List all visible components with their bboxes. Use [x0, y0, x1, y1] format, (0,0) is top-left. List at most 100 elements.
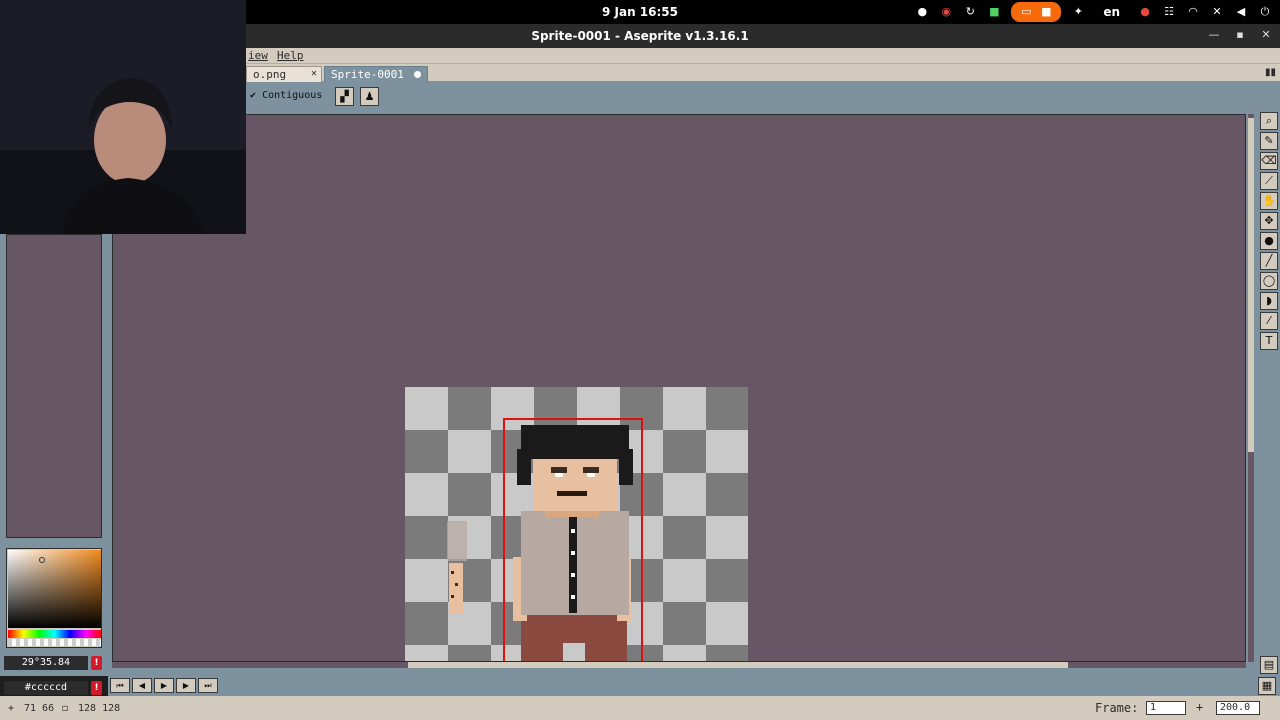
- sprite-properties-button[interactable]: ▦: [1258, 677, 1276, 695]
- stop-icon: ■: [1041, 5, 1052, 18]
- first-frame-icon: ⏮: [116, 681, 124, 690]
- hand-icon: ✋: [1262, 194, 1276, 207]
- menu-view[interactable]: iew: [248, 49, 268, 62]
- alpha-slider[interactable]: [8, 639, 101, 646]
- sampling-button[interactable]: ♟: [360, 87, 379, 106]
- hex-warning-button[interactable]: !: [91, 681, 102, 695]
- contiguous-checkbox[interactable]: ✔ Contiguous: [250, 90, 322, 101]
- next-frame-button[interactable]: ▶: [176, 678, 196, 693]
- warning-button[interactable]: !: [91, 656, 102, 670]
- blur-tool[interactable]: ⁄: [1260, 312, 1278, 330]
- tab-label: o.png: [253, 68, 287, 81]
- text-tool[interactable]: T: [1260, 332, 1278, 350]
- previous-frame-icon: ◀: [138, 681, 146, 690]
- color-picker[interactable]: [6, 548, 102, 648]
- cursor-icon: +: [8, 703, 15, 714]
- steam-icon[interactable]: ↻: [963, 5, 977, 19]
- checkmark-icon: ✔: [250, 90, 257, 101]
- color-marker[interactable]: [39, 557, 45, 563]
- size-icon: ◻: [62, 703, 69, 714]
- scroll-thumb[interactable]: [408, 662, 1068, 668]
- wifi-icon[interactable]: ◠: [1186, 5, 1200, 19]
- minimize-icon[interactable]: —: [1206, 27, 1222, 43]
- dither-icon: ▞: [340, 90, 349, 103]
- add-frame-icon[interactable]: +: [1196, 700, 1203, 714]
- pencil-tool[interactable]: ✎: [1260, 132, 1278, 150]
- webcam-person: [0, 0, 246, 234]
- text-icon: T: [1265, 334, 1273, 347]
- webcam-overlay: [0, 0, 246, 234]
- line-tool[interactable]: ╱: [1260, 252, 1278, 270]
- eyedropper-tool[interactable]: ⟋: [1260, 172, 1278, 190]
- playback-bar: ⏮ ◀ ▶ ▶ ⏭ ▦: [108, 676, 1280, 696]
- ellipse-tool[interactable]: ◯: [1260, 272, 1278, 290]
- zoom-input[interactable]: 200.0: [1216, 701, 1260, 715]
- language-indicator[interactable]: en: [1103, 5, 1120, 19]
- pencil-icon: ✎: [1264, 134, 1274, 147]
- next-frame-icon: ▶: [182, 681, 190, 690]
- microphone-icon[interactable]: ●: [1138, 5, 1152, 19]
- tab-sprite[interactable]: Sprite-0001: [324, 66, 428, 82]
- ellipse-icon: ◯: [1262, 274, 1276, 287]
- chrome-icon[interactable]: ◉: [939, 5, 953, 19]
- contour-tool[interactable]: ◗: [1260, 292, 1278, 310]
- close-tab-icon[interactable]: ✕: [311, 68, 317, 79]
- contour-icon: ◗: [1266, 294, 1272, 307]
- play-icon: ▶: [160, 681, 168, 690]
- status-bar: + 71 66 ◻ 128 128 Frame: 1 + 200.0: [0, 696, 1280, 720]
- tabs-menu-icon[interactable]: ▮▮: [1265, 67, 1276, 78]
- cursor-position: 71 66: [24, 703, 55, 714]
- timeline-toggle[interactable]: ▤: [1260, 656, 1278, 674]
- zoom-tool[interactable]: ⌕: [1260, 112, 1278, 130]
- first-frame-button[interactable]: ⏮: [110, 678, 130, 693]
- stamp-icon: ♟: [364, 90, 375, 103]
- saturation-value-square[interactable]: [8, 550, 101, 628]
- tab-file[interactable]: o.png ✕: [246, 66, 322, 82]
- hsv-field[interactable]: 29°35.84: [4, 656, 88, 670]
- fill-tool[interactable]: ●: [1260, 232, 1278, 250]
- hex-field[interactable]: #cccccd: [4, 681, 88, 695]
- timeline-icon: ▤: [1263, 658, 1275, 671]
- move-icon: ✥: [1264, 214, 1274, 227]
- tab-label: Sprite-0001: [331, 68, 404, 81]
- maximize-icon[interactable]: ▪: [1232, 27, 1248, 43]
- frame-label: Frame:: [1095, 701, 1139, 715]
- eraser-icon: ⌫: [1261, 154, 1277, 167]
- power-icon[interactable]: ⏻: [1258, 5, 1272, 19]
- screen-share-icon: ▭: [1021, 5, 1032, 18]
- horizontal-scrollbar[interactable]: [112, 662, 1246, 668]
- vertical-scrollbar[interactable]: [1248, 114, 1254, 662]
- magnifier-icon: ⌕: [1265, 114, 1273, 127]
- lock-icon[interactable]: ■: [987, 5, 1001, 19]
- modified-dot-icon[interactable]: [414, 71, 421, 78]
- grid-icon: ▦: [1261, 679, 1273, 692]
- notifications-off-icon[interactable]: ✕: [1210, 5, 1224, 19]
- sprite-size: 128 128: [78, 703, 121, 714]
- play-button[interactable]: ▶: [154, 678, 174, 693]
- contiguous-label: Contiguous: [262, 90, 323, 101]
- menu-help[interactable]: Help: [277, 49, 304, 62]
- palette[interactable]: [6, 234, 102, 538]
- canvas-editor[interactable]: [112, 114, 1246, 662]
- eraser-tool[interactable]: ⌫: [1260, 152, 1278, 170]
- pixel-perfect-button[interactable]: ▞: [335, 87, 354, 106]
- frame-input[interactable]: 1: [1146, 701, 1186, 715]
- last-frame-icon: ⏭: [204, 681, 212, 690]
- last-frame-button[interactable]: ⏭: [198, 678, 218, 693]
- scroll-thumb[interactable]: [1248, 118, 1254, 452]
- bucket-icon: ●: [1264, 234, 1274, 247]
- hue-slider[interactable]: [8, 630, 101, 638]
- window-controls: — ▪ ✕: [1206, 27, 1274, 43]
- desktop: 9 Jan 16:55 ● ◉ ↻ ■ ▭ ■ ✦ en ● ☷ ◠ ✕ ◀ ⏻…: [0, 0, 1280, 720]
- selection-rectangle[interactable]: [503, 418, 643, 661]
- close-icon[interactable]: ✕: [1258, 27, 1274, 43]
- volume-icon[interactable]: ◀: [1234, 5, 1248, 19]
- screen-share-indicator[interactable]: ▭ ■: [1011, 2, 1062, 22]
- network-icon[interactable]: ☷: [1162, 5, 1176, 19]
- previous-frame-button[interactable]: ◀: [132, 678, 152, 693]
- discord-icon[interactable]: ●: [915, 5, 929, 19]
- move-tool[interactable]: ✥: [1260, 212, 1278, 230]
- eyedropper-icon: ⟋: [1265, 174, 1273, 187]
- hand-tool[interactable]: ✋: [1260, 192, 1278, 210]
- accessibility-icon[interactable]: ✦: [1071, 5, 1085, 19]
